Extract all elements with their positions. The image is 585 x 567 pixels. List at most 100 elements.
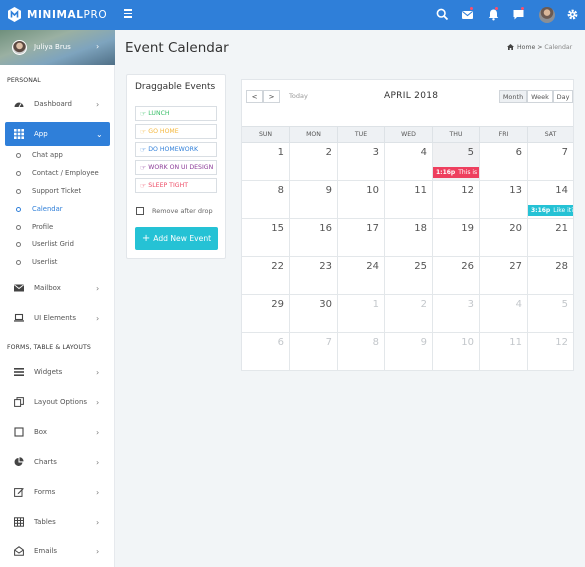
home-icon	[507, 44, 514, 50]
prev-month-button[interactable]: <	[246, 90, 263, 103]
sidebar-subitem-support-ticket[interactable]: Support Ticket	[0, 185, 115, 199]
sidebar-item-layout-options[interactable]: Layout Options ›	[0, 391, 115, 413]
remove-after-drop-checkbox[interactable]	[136, 207, 144, 215]
day-cell[interactable]: 4	[479, 295, 527, 333]
breadcrumb-home[interactable]: Home	[517, 44, 535, 51]
sidebar-subitem-profile[interactable]: Profile	[0, 221, 115, 235]
user-panel[interactable]: Juliya Brus ›	[0, 30, 115, 65]
day-cell[interactable]: 8	[337, 333, 384, 371]
draggable-event[interactable]: ☞ GO HOME	[135, 124, 217, 139]
day-cell[interactable]: 17	[337, 219, 384, 257]
day-cell[interactable]: 26	[432, 257, 479, 295]
brand-name: MINIMALPRO	[27, 8, 108, 21]
search-icon[interactable]	[436, 8, 449, 21]
draggable-event[interactable]: ☞ WORK ON UI DESIGN	[135, 160, 217, 175]
breadcrumb-current: Calendar	[544, 44, 573, 51]
day-cell[interactable]: 1	[242, 143, 289, 181]
chat-icon[interactable]	[512, 8, 525, 21]
calendar-event[interactable]: 3:16p Like it?	[528, 205, 573, 216]
today-button[interactable]: Today	[289, 92, 308, 100]
add-new-event-button[interactable]: + Add New Event	[135, 227, 218, 250]
user-name: Juliya Brus	[34, 43, 71, 51]
sidebar-subitem-calendar[interactable]: Calendar	[0, 203, 115, 217]
day-cell[interactable]: 27	[479, 257, 527, 295]
sidebar-item-box[interactable]: Box ›	[0, 421, 115, 443]
list-icon	[14, 368, 24, 376]
view-day-button[interactable]: Day	[553, 90, 573, 103]
day-number: 24	[366, 261, 379, 272]
day-cell[interactable]: 13	[479, 181, 527, 219]
day-cell[interactable]: 3	[337, 143, 384, 181]
view-week-button[interactable]: Week	[527, 90, 553, 103]
day-cell[interactable]: 6	[479, 143, 527, 181]
sidebar-item-forms[interactable]: Forms ›	[0, 481, 115, 503]
sidebar-subitem-chat-app[interactable]: Chat app	[0, 149, 115, 163]
day-cell[interactable]: 24	[337, 257, 384, 295]
day-cell[interactable]: 3	[432, 295, 479, 333]
day-cell[interactable]: 28	[527, 257, 573, 295]
day-cell[interactable]: 15	[242, 219, 289, 257]
draggable-event-label: LUNCH	[148, 110, 170, 117]
day-cell[interactable]: 2	[384, 295, 432, 333]
day-cell[interactable]: 19	[432, 219, 479, 257]
mail-icon[interactable]	[461, 8, 474, 21]
square-icon	[14, 427, 24, 437]
sidebar-item-widgets[interactable]: Widgets ›	[0, 361, 115, 383]
sidebar-item-emails[interactable]: Emails ›	[0, 540, 115, 562]
sidebar-item-dashboard[interactable]: Dashboard ›	[0, 93, 115, 115]
sidebar-item-charts[interactable]: Charts ›	[0, 451, 115, 473]
sidebar-item-mailbox[interactable]: Mailbox ›	[0, 277, 115, 299]
day-cell[interactable]: 7	[289, 333, 337, 371]
draggable-event[interactable]: ☞ SLEEP TIGHT	[135, 178, 217, 193]
sidebar-subitem-userlist-grid[interactable]: Userlist Grid	[0, 238, 115, 252]
user-avatar[interactable]	[539, 7, 555, 23]
remove-after-drop-row[interactable]: Remove after drop	[136, 207, 213, 215]
day-cell[interactable]: 2	[289, 143, 337, 181]
day-cell[interactable]: 10	[337, 181, 384, 219]
sidebar-subitem-contact[interactable]: Contact / Employee	[0, 167, 115, 181]
day-cell[interactable]: 18	[384, 219, 432, 257]
day-cell[interactable]: 30	[289, 295, 337, 333]
day-cell[interactable]: 25	[384, 257, 432, 295]
day-number: 10	[366, 185, 379, 196]
day-cell[interactable]: 22	[242, 257, 289, 295]
next-month-button[interactable]: >	[263, 90, 280, 103]
menu-toggle-icon[interactable]	[124, 9, 132, 19]
day-cell[interactable]: 12	[527, 333, 573, 371]
day-cell[interactable]: 16	[289, 219, 337, 257]
day-cell[interactable]: 23	[289, 257, 337, 295]
draggable-event-label: GO HOME	[148, 128, 179, 135]
sidebar-item-tables[interactable]: Tables ›	[0, 511, 115, 533]
day-cell[interactable]: 6	[242, 333, 289, 371]
view-month-button[interactable]: Month	[499, 90, 527, 103]
day-cell[interactable]: 9	[384, 333, 432, 371]
hand-pointer-icon: ☞	[140, 181, 147, 190]
day-cell[interactable]: 7	[527, 143, 573, 181]
gear-icon[interactable]	[566, 8, 579, 21]
day-number: 5	[561, 299, 568, 310]
sidebar-subitem-label: Contact / Employee	[32, 169, 99, 177]
day-cell[interactable]: 29	[242, 295, 289, 333]
day-cell[interactable]: 8	[242, 181, 289, 219]
calendar-event[interactable]: 1:16pThis is to	[433, 167, 479, 178]
hand-pointer-icon: ☞	[140, 109, 147, 118]
brand-logo[interactable]: MINIMALPRO	[8, 7, 107, 22]
day-cell[interactable]: 11	[479, 333, 527, 371]
day-cell[interactable]: 12	[432, 181, 479, 219]
day-cell[interactable]: 1	[337, 295, 384, 333]
day-cell[interactable]: 4	[384, 143, 432, 181]
sidebar-item-ui-elements[interactable]: UI Elements ›	[0, 307, 115, 329]
month-grid: 1 2 3 4 5 6 7 8 9 10 11 12 13 14 15 16 17 18 19 20 21 22 23 24 2…	[242, 143, 573, 371]
draggable-event[interactable]: ☞ DO HOMEWORK	[135, 142, 217, 157]
day-number: 23	[319, 261, 332, 272]
day-cell[interactable]: 20	[479, 219, 527, 257]
sidebar-subitem-userlist[interactable]: Userlist	[0, 256, 115, 270]
bell-icon[interactable]	[487, 8, 500, 21]
day-cell[interactable]: 11	[384, 181, 432, 219]
day-cell[interactable]: 21	[527, 219, 573, 257]
day-cell[interactable]: 5	[527, 295, 573, 333]
draggable-event[interactable]: ☞ LUNCH	[135, 106, 217, 121]
day-cell[interactable]: 9	[289, 181, 337, 219]
day-cell[interactable]: 10	[432, 333, 479, 371]
sidebar-item-app[interactable]: App ⌄	[5, 122, 110, 146]
